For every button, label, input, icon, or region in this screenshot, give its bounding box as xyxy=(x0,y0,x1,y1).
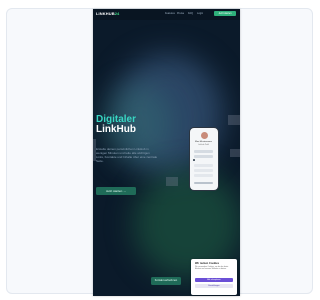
hero-title-line2: LinkHub xyxy=(96,124,136,135)
cookie-text: Wir verwenden Cookies, um dir das beste … xyxy=(195,266,229,271)
nav-cta-button[interactable]: Jetzt starten xyxy=(214,11,236,16)
bullet-dot xyxy=(193,159,195,161)
website-preview: LINKHUB24 Features Preise FAQ Login Jetz… xyxy=(93,9,240,296)
logo-accent: 24 xyxy=(114,11,120,16)
decorative-panel xyxy=(166,177,178,186)
logo-main: LINKHUB xyxy=(96,11,115,16)
footer-contact-button[interactable]: Kontakt aufnehmen xyxy=(151,277,181,285)
top-nav: LINKHUB24 Features Preise FAQ Login Jetz… xyxy=(93,9,240,20)
nav-link-login[interactable]: Login xyxy=(197,12,203,15)
avatar xyxy=(201,132,208,139)
link-row xyxy=(194,169,213,172)
hero-cta-button[interactable]: Jetzt starten → xyxy=(96,187,136,195)
cookie-banner: Wir nutzen Cookies Wir verwenden Cookies… xyxy=(191,259,237,295)
link-row xyxy=(194,150,213,153)
nav-link-pricing[interactable]: Preise xyxy=(177,12,184,15)
decorative-panel xyxy=(93,139,96,161)
cookie-accept-button[interactable]: Alle akzeptieren xyxy=(195,278,233,282)
link-row xyxy=(194,155,213,158)
nav-link-features[interactable]: Features xyxy=(165,12,175,15)
site-logo[interactable]: LINKHUB24 xyxy=(96,11,119,16)
profile-name: Max Mustermann xyxy=(195,141,212,143)
link-row xyxy=(194,164,213,167)
decorative-panel xyxy=(230,149,240,157)
cookie-settings-button[interactable]: Einstellungen xyxy=(195,284,233,288)
decorative-panel xyxy=(228,115,240,125)
hero-title: Digitaler LinkHub xyxy=(96,115,136,135)
nav-link-faq[interactable]: FAQ xyxy=(188,12,193,15)
hero-description: Erstelle deinen persönlichen LinkHub in … xyxy=(96,147,158,163)
cookie-title: Wir nutzen Cookies xyxy=(195,262,220,265)
link-row xyxy=(194,174,213,177)
bottom-bar xyxy=(194,182,213,184)
phone-mockup: Max Mustermann Linkhub Profil xyxy=(189,127,219,191)
profile-subtitle: Linkhub Profil xyxy=(198,144,209,146)
